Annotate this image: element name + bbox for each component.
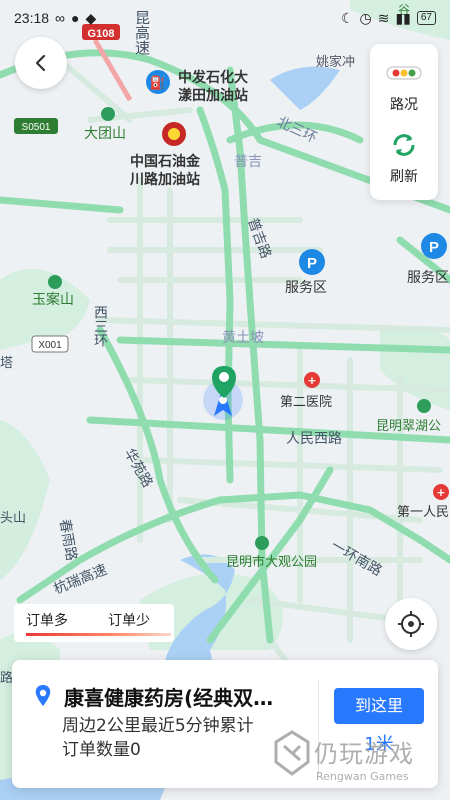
hospital-icon-second[interactable]: + <box>304 372 320 388</box>
svg-text:P: P <box>307 255 317 272</box>
svg-text:人民西路: 人民西路 <box>286 431 342 447</box>
store-name: 康喜健康药房(经典双… <box>64 686 274 710</box>
svg-text:西三环: 西三环 <box>92 305 108 347</box>
refresh-icon <box>393 134 415 156</box>
clock: 23:18 <box>14 10 50 26</box>
watermark-text-cn: 仍玩游戏 <box>314 740 414 768</box>
moon-icon: ☾ <box>340 9 354 26</box>
status-bar: 23:18 ∞ ● ◆ ☾ ◷ ≋ ▮▮ 67 <box>0 0 450 36</box>
watermark-text-en: Rengwan Games <box>316 770 409 783</box>
wifi-icon: ≋ <box>377 9 390 26</box>
svg-text:+: + <box>436 486 445 499</box>
park-icon-daguan <box>255 536 269 550</box>
road-shield-x001: X001 <box>31 335 69 353</box>
svg-text:玉案山: 玉案山 <box>32 291 74 308</box>
park-icon-yuanshan <box>48 275 62 289</box>
svg-text:S0501: S0501 <box>22 122 51 133</box>
refresh-label: 刷新 <box>390 169 418 185</box>
svg-text:服务区: 服务区 <box>285 280 327 296</box>
infinity-icon: ∞ <box>55 10 66 26</box>
svg-text:中国石油金: 中国石油金 <box>130 153 201 170</box>
locate-me-button[interactable] <box>385 598 437 650</box>
svg-text:黄土坡: 黄土坡 <box>222 329 264 346</box>
map-controls-panel: 路况 刷新 <box>370 44 438 200</box>
svg-text:川路加油站: 川路加油站 <box>129 171 200 188</box>
watermark-logo-icon <box>274 730 310 776</box>
svg-text:昆明翠湖公: 昆明翠湖公 <box>376 419 441 434</box>
legend-more-label: 订单多 <box>26 613 68 629</box>
traffic-toggle-button[interactable]: 路况 <box>370 66 438 114</box>
svg-text:头山: 头山 <box>0 511 26 526</box>
service-area-icon-2[interactable]: P <box>421 233 447 259</box>
signal-icon: ▮▮ <box>395 9 411 26</box>
alarm-icon: ◷ <box>359 9 372 26</box>
svg-text:X001: X001 <box>38 340 62 351</box>
svg-text:大团山: 大团山 <box>84 126 126 142</box>
back-button[interactable] <box>15 37 67 89</box>
location-pin-icon <box>35 685 51 706</box>
road-shield-s0501: S0501 <box>14 118 58 134</box>
notification-icon: ● <box>71 10 80 26</box>
svg-text:中发石化大: 中发石化大 <box>178 69 248 86</box>
navigate-here-button[interactable]: 到这里 <box>334 688 424 724</box>
crosshair-icon <box>398 611 424 637</box>
svg-text:昆明市大观公园: 昆明市大观公园 <box>226 554 317 570</box>
svg-text:普吉: 普吉 <box>234 154 262 170</box>
chevron-left-icon <box>35 54 46 72</box>
traffic-label: 路况 <box>390 97 418 113</box>
hospital-icon-first[interactable]: + <box>433 484 449 500</box>
gas-station-cnpc-icon[interactable] <box>162 122 186 146</box>
svg-text:P: P <box>429 239 439 256</box>
svg-text:塔: 塔 <box>0 356 13 371</box>
legend-gradient-bar <box>26 633 171 636</box>
park-icon-cuihu <box>417 399 431 413</box>
battery-icon: 67 <box>416 11 436 25</box>
order-density-legend: 订单多 订单少 <box>14 604 174 642</box>
svg-text:第二医院: 第二医院 <box>280 395 332 410</box>
svg-text:服务区: 服务区 <box>407 270 449 286</box>
gas-station-zhongfa-icon[interactable]: ⛽ <box>146 70 170 94</box>
traffic-light-icon <box>386 66 422 80</box>
svg-text:姚家冲: 姚家冲 <box>316 54 355 70</box>
park-icon-datuanshan <box>101 107 115 121</box>
svg-text:⛽: ⛽ <box>150 75 166 91</box>
legend-less-label: 订单少 <box>108 613 150 629</box>
svg-text:漾田加油站: 漾田加油站 <box>178 87 248 104</box>
svg-text:第一人民: 第一人民 <box>397 505 449 520</box>
svg-text:+: + <box>307 374 316 387</box>
app-icon: ◆ <box>85 9 97 26</box>
battery-level: 67 <box>420 12 432 23</box>
service-area-icon-1[interactable]: P <box>299 249 325 275</box>
refresh-button[interactable]: 刷新 <box>370 130 438 186</box>
